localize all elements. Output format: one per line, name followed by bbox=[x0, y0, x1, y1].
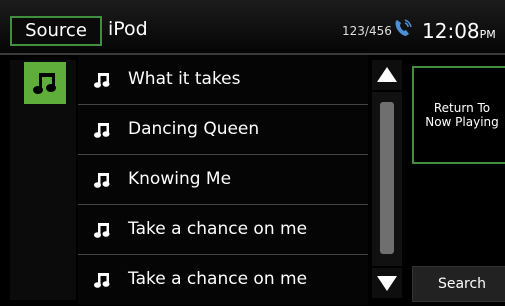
music-category-tile[interactable] bbox=[24, 62, 66, 104]
source-name: iPod bbox=[108, 18, 148, 40]
music-note-icon bbox=[94, 123, 110, 138]
track-row[interactable]: Dancing Queen bbox=[78, 105, 368, 155]
clock-ampm: PM bbox=[479, 28, 496, 41]
scroll-down-button[interactable] bbox=[372, 268, 402, 298]
track-title: Take a chance on me bbox=[128, 219, 308, 239]
track-list: What it takes Dancing Queen Knowing Me T… bbox=[78, 55, 368, 305]
music-note-icon bbox=[33, 73, 56, 94]
category-column bbox=[10, 60, 76, 300]
header-bar: Source iPod 123/456 12:08PM bbox=[0, 0, 505, 55]
phone-icon bbox=[392, 17, 414, 39]
source-button[interactable]: Source bbox=[10, 16, 102, 46]
music-note-icon bbox=[94, 273, 110, 288]
music-note-icon bbox=[94, 73, 110, 88]
track-counter: 123/456 bbox=[342, 24, 392, 38]
clock: 12:08PM bbox=[422, 19, 496, 43]
search-button[interactable]: Search bbox=[412, 266, 505, 302]
track-title: What it takes bbox=[128, 69, 241, 89]
return-label-line2: Now Playing bbox=[425, 115, 499, 129]
return-to-now-playing-button[interactable]: Return To Now Playing bbox=[412, 66, 505, 164]
track-row[interactable]: Take a chance on me bbox=[78, 255, 368, 305]
music-note-icon bbox=[94, 173, 110, 188]
track-title: Take a chance on me bbox=[128, 269, 308, 289]
clock-time: 12:08 bbox=[422, 19, 480, 43]
track-title: Dancing Queen bbox=[128, 119, 260, 139]
track-row[interactable]: Knowing Me bbox=[78, 155, 368, 205]
scroll-up-button[interactable] bbox=[372, 60, 402, 90]
music-note-icon bbox=[94, 223, 110, 238]
return-label-line1: Return To bbox=[433, 101, 491, 115]
scrollbar-thumb[interactable] bbox=[380, 102, 394, 254]
track-title: Knowing Me bbox=[128, 169, 232, 189]
track-row[interactable]: What it takes bbox=[78, 55, 368, 105]
arrow-down-icon bbox=[377, 276, 397, 291]
scrollbar-track[interactable] bbox=[372, 92, 402, 266]
track-row[interactable]: Take a chance on me bbox=[78, 205, 368, 255]
arrow-up-icon bbox=[377, 67, 397, 82]
